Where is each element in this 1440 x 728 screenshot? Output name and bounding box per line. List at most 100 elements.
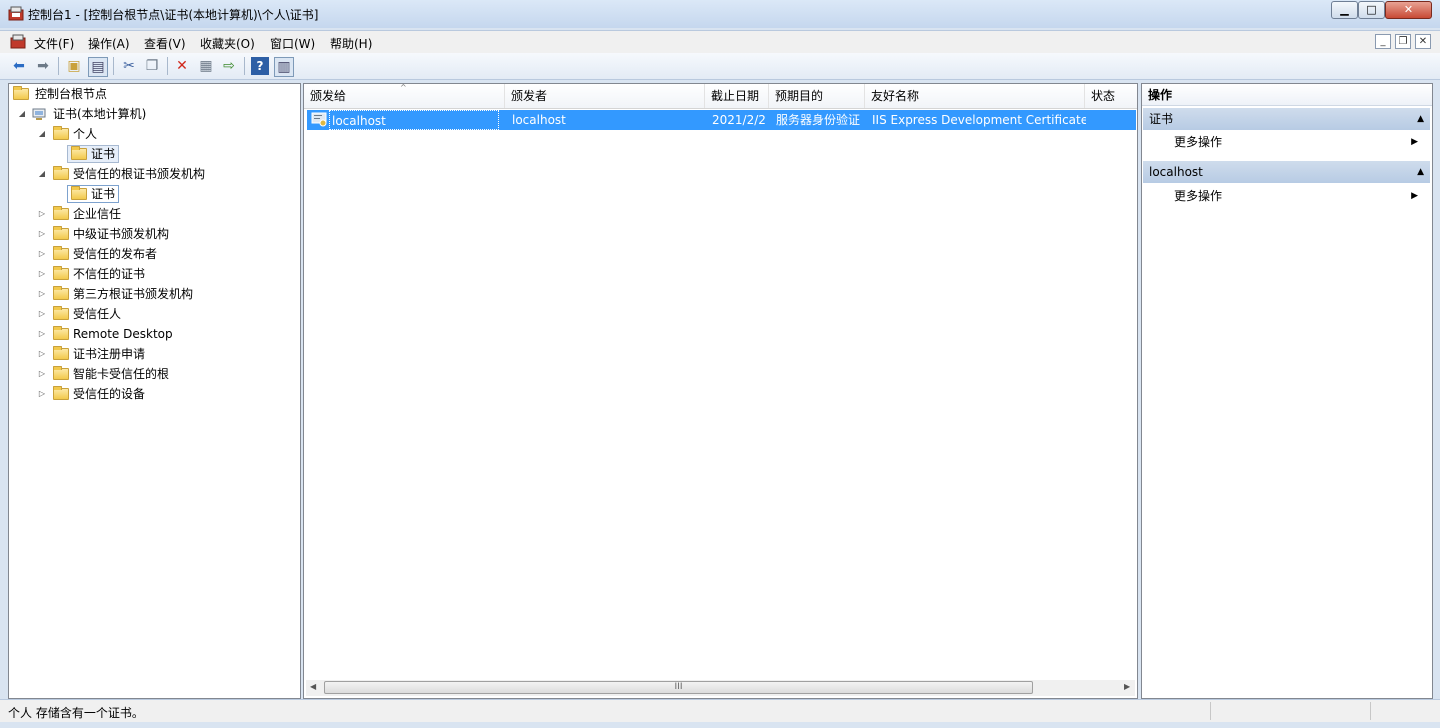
tree-label: 证书注册申请	[73, 347, 146, 361]
toolbar-separator	[113, 57, 114, 75]
folder-icon	[53, 306, 69, 320]
scrollbar-thumb[interactable]: III	[324, 681, 1033, 694]
more-actions-item[interactable]: 更多操作 ▶	[1174, 132, 1424, 152]
collapse-arrow-icon[interactable]: ◢	[37, 125, 47, 143]
delete-icon[interactable]: ✕	[173, 57, 191, 75]
toolbar-separator	[58, 57, 59, 75]
forward-arrow-icon[interactable]: ➡	[34, 57, 52, 75]
minimize-button[interactable]: ▁	[1331, 1, 1358, 19]
column-status[interactable]: 状态	[1085, 84, 1137, 108]
collapse-section-icon[interactable]: ▲	[1417, 161, 1424, 183]
child-restore-button[interactable]: ❐	[1395, 34, 1411, 49]
sort-ascending-icon: ^	[400, 83, 407, 92]
tree-label: 第三方根证书颁发机构	[73, 287, 194, 301]
tree-node-trusted-root-certs[interactable]: 证书	[67, 185, 121, 203]
scrollbar-grip: III	[674, 682, 683, 692]
column-expiry[interactable]: 截止日期	[705, 84, 769, 108]
column-purpose[interactable]: 预期目的	[769, 84, 865, 108]
console-menu-icon[interactable]	[10, 34, 26, 50]
action-label: 更多操作	[1174, 135, 1223, 149]
cut-icon[interactable]: ✂	[120, 57, 138, 75]
tree-label: 受信任人	[73, 307, 122, 321]
menu-action[interactable]: 操作(A)	[88, 35, 130, 52]
expand-arrow-icon[interactable]: ▷	[37, 225, 47, 243]
toolbar-separator	[167, 57, 168, 75]
section-title: 证书	[1149, 112, 1174, 126]
cell-friendly-name: IIS Express Development Certificate	[872, 113, 1086, 127]
column-issued-to[interactable]: 颁发给 ^	[304, 83, 505, 108]
tree-label: Remote Desktop	[73, 327, 173, 341]
console-tree[interactable]: 控制台根节点 ◢ 证书(本地计算机) ◢ 个人 证书 ◢ 受信任的根证书颁发机构…	[8, 83, 301, 699]
export-icon[interactable]: ⇨	[220, 57, 238, 75]
section-title: localhost	[1149, 165, 1203, 179]
expand-arrow-icon[interactable]: ▷	[37, 345, 47, 363]
close-button[interactable]: ✕	[1385, 1, 1432, 19]
tree-label: 不信任的证书	[73, 267, 146, 281]
expand-arrow-icon[interactable]: ▷	[37, 285, 47, 303]
certificate-icon	[311, 110, 329, 130]
folder-icon	[53, 166, 69, 180]
submenu-arrow-icon: ▶	[1411, 191, 1418, 201]
status-bar: 个人 存储含有一个证书。	[0, 699, 1440, 722]
cell-issued-by: localhost	[512, 113, 566, 127]
show-hide-tree-icon[interactable]: ▤	[88, 57, 108, 77]
tree-label: 受信任的根证书颁发机构	[73, 167, 206, 181]
expand-arrow-icon[interactable]: ▷	[37, 265, 47, 283]
expand-arrow-icon[interactable]: ▷	[37, 325, 47, 343]
scroll-right-icon[interactable]: ▶	[1124, 682, 1130, 691]
tree-label: 智能卡受信任的根	[73, 367, 170, 381]
child-close-button[interactable]: ✕	[1415, 34, 1431, 49]
more-actions-item[interactable]: 更多操作 ▶	[1174, 186, 1424, 206]
cell-expiry: 2021/2/2	[712, 113, 766, 127]
certificate-store-icon	[31, 106, 47, 122]
menu-window[interactable]: 窗口(W)	[270, 35, 315, 52]
action-section-localhost[interactable]: localhost ▲	[1143, 161, 1430, 183]
expand-arrow-icon[interactable]: ▷	[37, 365, 47, 383]
tree-label: 受信任的设备	[73, 387, 146, 401]
expand-arrow-icon[interactable]: ▷	[37, 245, 47, 263]
collapse-section-icon[interactable]: ▲	[1417, 108, 1424, 130]
tree-label: 证书(本地计算机)	[53, 107, 147, 121]
tree-label: 控制台根节点	[35, 87, 108, 101]
action-section-certificates[interactable]: 证书 ▲	[1143, 108, 1430, 130]
maximize-button[interactable]: □	[1358, 1, 1385, 19]
action-pane-title: 操作	[1142, 84, 1432, 106]
scroll-left-icon[interactable]: ◀	[310, 682, 316, 691]
column-label: 状态	[1091, 89, 1116, 103]
action-pane-icon[interactable]: ▥	[274, 57, 294, 77]
collapse-arrow-icon[interactable]: ◢	[37, 165, 47, 183]
expand-arrow-icon[interactable]: ▷	[37, 205, 47, 223]
menu-bar: 文件(F) 操作(A) 查看(V) 收藏夹(O) 窗口(W) 帮助(H) _ ❐…	[0, 30, 1440, 53]
folder-icon	[71, 146, 87, 160]
properties-icon[interactable]: ▦	[197, 57, 215, 75]
folder-icon	[13, 86, 29, 100]
tree-node-personal-certs[interactable]: 证书	[67, 145, 121, 163]
expand-arrow-icon[interactable]: ▷	[37, 305, 47, 323]
folder-icon	[53, 126, 69, 140]
up-folder-icon[interactable]: ▣	[65, 57, 83, 75]
horizontal-scrollbar[interactable]: ◀ III ▶	[306, 680, 1135, 696]
column-label: 友好名称	[871, 89, 920, 103]
menu-favorites[interactable]: 收藏夹(O)	[200, 35, 255, 52]
folder-icon	[53, 326, 69, 340]
toolbar: ⬅ ➡ ▣ ▤ ✂ ❐ ✕ ▦ ⇨ ? ▥	[0, 53, 1440, 80]
menu-file[interactable]: 文件(F)	[34, 35, 74, 52]
column-label: 预期目的	[775, 89, 824, 103]
menu-help[interactable]: 帮助(H)	[330, 35, 372, 52]
collapse-arrow-icon[interactable]: ◢	[17, 105, 27, 123]
column-issued-by[interactable]: 颁发者	[505, 84, 705, 108]
menu-view[interactable]: 查看(V)	[144, 35, 186, 52]
column-friendly-name[interactable]: 友好名称	[865, 84, 1085, 108]
expand-arrow-icon[interactable]: ▷	[37, 385, 47, 403]
help-icon[interactable]: ?	[251, 57, 269, 75]
folder-icon	[53, 366, 69, 380]
child-minimize-button[interactable]: _	[1375, 34, 1391, 49]
list-header: 颁发给 ^ 颁发者 截止日期 预期目的 友好名称 状态	[304, 83, 1137, 109]
back-arrow-icon[interactable]: ⬅	[10, 57, 28, 75]
status-divider	[1210, 702, 1211, 720]
table-row[interactable]: localhost localhost 2021/2/2 服务器身份验证 IIS…	[307, 110, 1136, 130]
title-bar: 控制台1 - [控制台根节点\证书(本地计算机)\个人\证书] ▁ □ ✕	[0, 0, 1440, 28]
toolbar-separator	[244, 57, 245, 75]
certificate-list[interactable]: 颁发给 ^ 颁发者 截止日期 预期目的 友好名称 状态 localhost lo…	[303, 83, 1138, 699]
copy-icon[interactable]: ❐	[143, 57, 161, 75]
